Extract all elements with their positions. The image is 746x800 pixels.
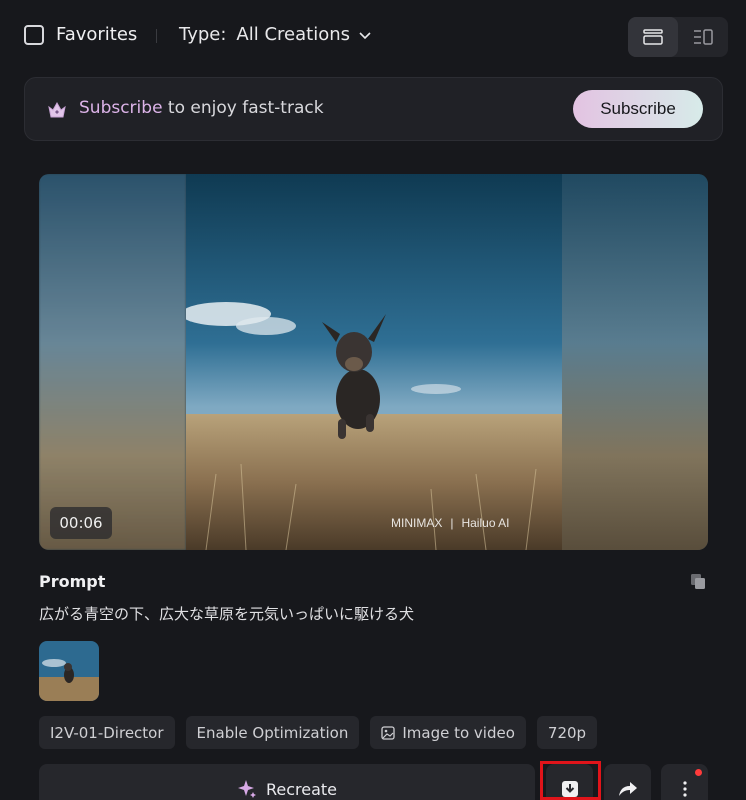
tag-mode-label: Image to video [402,723,515,742]
prompt-text: 広がる青空の下、広大な草原を元気いっぱいに駆ける犬 [39,605,415,623]
reference-thumbnail[interactable] [39,641,99,701]
toolbar-divider [156,29,157,43]
tag-mode: Image to video [370,716,526,749]
watermark-left: MINIMAX [391,516,443,530]
video-frame [186,174,562,550]
tag-resolution: 720p [536,716,598,749]
tag-list: I2V-01-Director Enable Optimization Imag… [39,716,598,749]
subscribe-button[interactable]: Subscribe [573,90,703,128]
video-blur-right [562,174,708,550]
tag-optimization: Enable Optimization [185,716,360,749]
download-button[interactable] [546,764,593,800]
list-view-icon [694,29,713,45]
tag-model-label: I2V-01-Director [50,723,164,742]
toolbar: Favorites Type: All Creations [0,0,746,72]
chevron-down-icon [359,31,371,39]
prompt-title: Prompt [39,572,106,591]
banner-text: Subscribe to enjoy fast-track [79,98,324,118]
video-timestamp: 00:06 [50,507,112,539]
sparkle-icon [237,780,256,798]
favorites-label: Favorites [56,24,138,45]
recreate-button[interactable]: Recreate [39,764,535,800]
watermark-right: Hailuo AI [461,516,510,530]
banner-accent: Subscribe [79,98,163,118]
type-value: All Creations [236,24,350,45]
subscribe-banner: Subscribe to enjoy fast-track Subscribe [24,77,723,141]
tag-model: I2V-01-Director [39,716,175,749]
copy-icon[interactable] [689,572,707,590]
share-button[interactable] [604,764,651,800]
tag-resolution-label: 720p [547,723,587,742]
card-view-icon [643,29,663,45]
card-view-button[interactable] [628,17,678,57]
video-blur-left [39,174,186,550]
favorites-checkbox[interactable] [24,24,44,45]
video-watermark: MINIMAX | Hailuo AI [391,516,510,530]
banner-message: to enjoy fast-track [162,98,324,118]
recreate-label: Recreate [265,779,338,799]
type-label: Type: [179,24,227,45]
download-icon [561,781,578,797]
image-icon [381,725,396,740]
video-player[interactable]: 00:06 MINIMAX | Hailuo AI [39,174,708,550]
notification-dot [695,769,702,776]
share-icon [618,782,637,796]
tag-optimization-label: Enable Optimization [196,723,349,742]
type-filter-dropdown[interactable]: Type: All Creations [179,24,372,45]
crown-icon [48,101,66,118]
list-view-button[interactable] [678,17,728,57]
favorites-toggle[interactable]: Favorites [24,24,137,45]
more-icon [682,781,687,797]
view-toggle [628,17,728,57]
watermark-separator: | [450,516,454,530]
